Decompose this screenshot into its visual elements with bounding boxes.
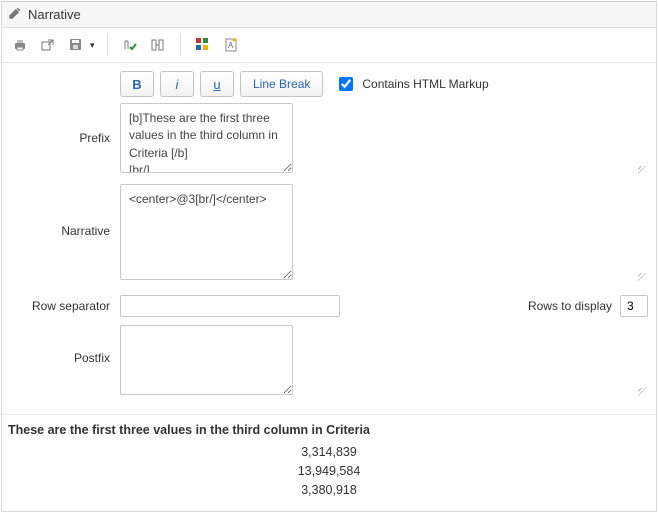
- line-break-button[interactable]: Line Break: [240, 71, 323, 97]
- export-icon[interactable]: [38, 35, 58, 55]
- row-separator-input[interactable]: [120, 295, 340, 317]
- postfix-row: Postfix: [10, 325, 648, 398]
- postfix-input[interactable]: [120, 325, 293, 395]
- underline-button[interactable]: u: [200, 71, 234, 97]
- insert-icon[interactable]: A: [221, 35, 241, 55]
- prefix-label: Prefix: [10, 103, 120, 145]
- refresh-tick-icon[interactable]: [120, 35, 140, 55]
- toolbar-divider: [107, 34, 108, 56]
- postfix-label: Postfix: [10, 325, 120, 365]
- bold-button[interactable]: B: [120, 71, 154, 97]
- contains-html-checkbox[interactable]: [339, 77, 353, 91]
- narrative-row: Narrative: [10, 184, 648, 283]
- italic-button[interactable]: i: [160, 71, 194, 97]
- prefix-row: Prefix: [10, 103, 648, 176]
- preview-area: These are the first three values in the …: [2, 414, 656, 511]
- panel-header: Narrative: [2, 2, 656, 28]
- colors-icon[interactable]: [193, 35, 213, 55]
- editor-toolbar: B i u Line Break Contains HTML Markup: [2, 63, 656, 103]
- chevron-down-icon[interactable]: ▾: [90, 40, 95, 51]
- svg-text:A: A: [228, 41, 234, 50]
- save-menu-icon[interactable]: [66, 35, 86, 55]
- row-separator-line: Row separator Rows to display: [10, 291, 648, 325]
- narrative-input[interactable]: [120, 184, 293, 280]
- rows-to-display-input[interactable]: [620, 295, 648, 317]
- toolbar: ▾ A: [2, 28, 656, 63]
- contains-html-label: Contains HTML Markup: [362, 77, 488, 91]
- preview-row: 13,949,584: [6, 462, 652, 481]
- contains-html-wrap[interactable]: Contains HTML Markup: [335, 74, 488, 94]
- narrative-label: Narrative: [10, 184, 120, 238]
- narrative-panel: Narrative ▾: [1, 1, 657, 512]
- row-separator-label: Row separator: [10, 299, 120, 313]
- toolbar-divider: [180, 34, 181, 56]
- columns-icon[interactable]: [148, 35, 168, 55]
- form-area: Prefix Narrative Row separator Rows to d…: [2, 103, 656, 414]
- rows-to-display-label: Rows to display: [528, 299, 612, 313]
- pencil-icon: [8, 6, 22, 23]
- prefix-input[interactable]: [120, 103, 293, 173]
- panel-title: Narrative: [28, 7, 81, 22]
- print-icon[interactable]: [10, 35, 30, 55]
- preview-row: 3,380,918: [6, 481, 652, 500]
- preview-values: 3,314,839 13,949,584 3,380,918: [6, 443, 652, 499]
- preview-heading: These are the first three values in the …: [8, 423, 652, 437]
- preview-row: 3,314,839: [6, 443, 652, 462]
